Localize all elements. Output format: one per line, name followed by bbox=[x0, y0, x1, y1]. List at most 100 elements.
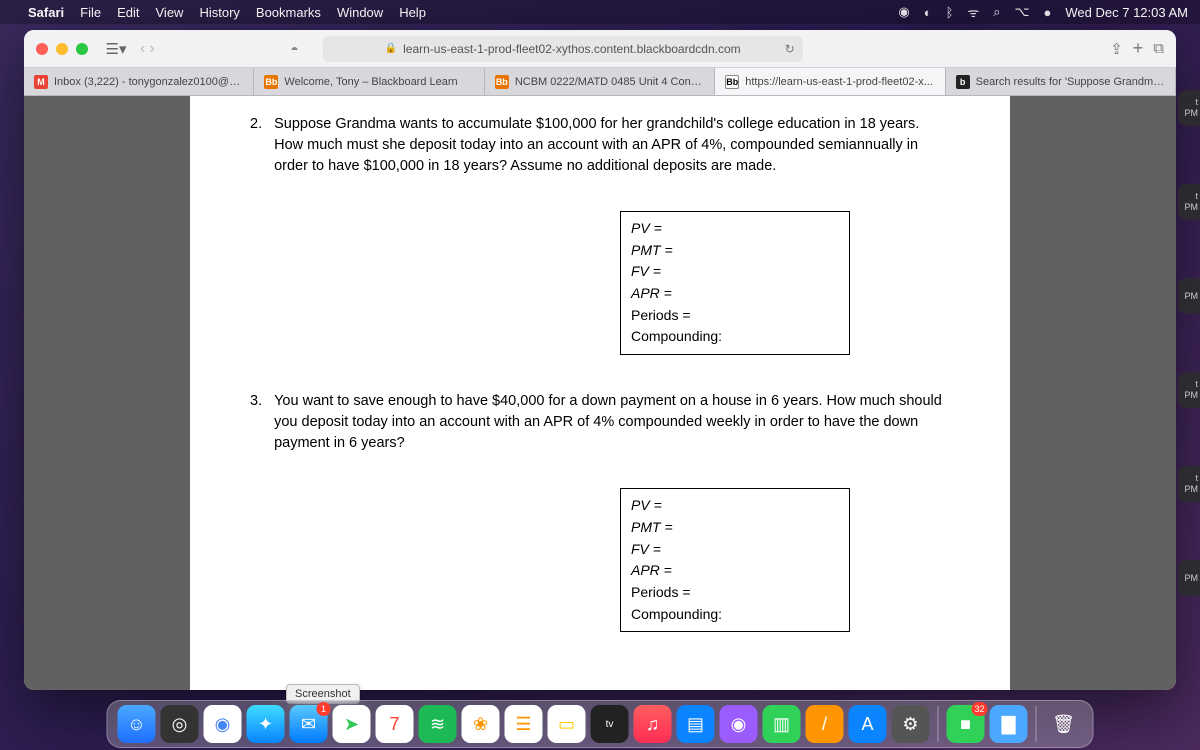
dock-notes-icon[interactable]: ▭ bbox=[548, 705, 586, 743]
tab-label: Welcome, Tony – Blackboard Learn bbox=[284, 76, 457, 88]
menubar-app[interactable]: Safari bbox=[28, 5, 64, 20]
forward-button[interactable]: › bbox=[149, 40, 154, 58]
status-icon[interactable]: ◐ bbox=[924, 5, 932, 20]
browser-tab[interactable]: BbWelcome, Tony – Blackboard Learn bbox=[254, 68, 484, 95]
dock-spotify-icon[interactable]: ≋ bbox=[419, 705, 457, 743]
dock-folder-icon[interactable]: ▇ bbox=[990, 705, 1028, 743]
variable-row: Compounding: bbox=[631, 604, 839, 626]
dock-keynote-icon[interactable]: ▤ bbox=[677, 705, 715, 743]
tab-favicon-icon: b bbox=[956, 75, 970, 89]
close-button[interactable] bbox=[36, 43, 48, 55]
dock-maps-icon[interactable]: ➤ bbox=[333, 705, 371, 743]
dock-screenshot-icon[interactable]: ◎ bbox=[161, 705, 199, 743]
dock-badge: 32 bbox=[971, 702, 987, 716]
grammarly-icon[interactable]: ◉ bbox=[898, 4, 909, 20]
question-block: 3.You want to save enough to have $40,00… bbox=[250, 391, 950, 632]
menu-window[interactable]: Window bbox=[337, 5, 383, 20]
tab-label: NCBM 0222/MATD 0485 Unit 4 Conte... bbox=[515, 76, 704, 88]
traffic-lights bbox=[36, 43, 88, 55]
tab-label: https://learn-us-east-1-prod-fleet02-x..… bbox=[745, 76, 933, 88]
variable-row: PV = bbox=[631, 218, 839, 240]
tab-favicon-icon: M bbox=[34, 75, 48, 89]
dock-appstore-icon[interactable]: A bbox=[849, 705, 887, 743]
variable-row: PV = bbox=[631, 495, 839, 517]
notification-peek[interactable]: tPM bbox=[1178, 184, 1200, 220]
dock-reminders-icon[interactable]: ☰ bbox=[505, 705, 543, 743]
browser-tab[interactable]: M Inbox (3,222) - tonygonzalez0100@g... bbox=[24, 68, 254, 95]
tab-label: Inbox (3,222) - tonygonzalez0100@g... bbox=[54, 76, 243, 88]
menu-edit[interactable]: Edit bbox=[117, 5, 139, 20]
reload-icon[interactable]: ↻ bbox=[785, 42, 795, 56]
menu-file[interactable]: File bbox=[80, 5, 101, 20]
question-number: 3. bbox=[250, 391, 262, 454]
dock-mail-icon[interactable]: ✉1 bbox=[290, 705, 328, 743]
new-tab-icon[interactable]: + bbox=[1133, 38, 1144, 59]
tabs-overview-icon[interactable]: ⧉ bbox=[1153, 40, 1164, 57]
dock: ☺◎◉✦✉1➤7≋❀☰▭tv♫▤◉▥/A⚙■32▇🗑 bbox=[107, 700, 1094, 748]
tab-label: Search results for 'Suppose Grandma... bbox=[976, 76, 1165, 88]
titlebar: ☰▾ ‹ › ◓ 🔒 learn-us-east-1-prod-fleet02-… bbox=[24, 30, 1176, 68]
notification-peek[interactable]: PM bbox=[1178, 278, 1200, 314]
dock-finder-icon[interactable]: ☺ bbox=[118, 705, 156, 743]
menu-history[interactable]: History bbox=[199, 5, 239, 20]
variable-row: APR = bbox=[631, 283, 839, 305]
variable-row: FV = bbox=[631, 539, 839, 561]
tab-bar: M Inbox (3,222) - tonygonzalez0100@g... Bb… bbox=[24, 68, 1176, 96]
dock-safari-icon[interactable]: ✦ bbox=[247, 705, 285, 743]
question-header: 3.You want to save enough to have $40,00… bbox=[250, 391, 950, 454]
dock-badge: 1 bbox=[317, 702, 331, 716]
safari-window: ☰▾ ‹ › ◓ 🔒 learn-us-east-1-prod-fleet02-… bbox=[24, 30, 1176, 690]
dock-numbers-icon[interactable]: ▥ bbox=[763, 705, 801, 743]
notification-peek[interactable]: tPM bbox=[1178, 466, 1200, 502]
menubar-right: ◉ ◐ ᛒ ᯤ ⌕ ⌥ ● Wed Dec 7 12:03 AM bbox=[898, 3, 1188, 21]
question-text: Suppose Grandma wants to accumulate $100… bbox=[274, 114, 950, 177]
sidebar-toggle-icon[interactable]: ☰▾ bbox=[104, 37, 128, 61]
wifi-icon[interactable]: ᯤ bbox=[967, 3, 979, 21]
user-icon[interactable]: ● bbox=[1044, 5, 1052, 20]
menubar-clock[interactable]: Wed Dec 7 12:03 AM bbox=[1065, 5, 1188, 20]
address-bar[interactable]: 🔒 learn-us-east-1-prod-fleet02-xythos.co… bbox=[323, 36, 803, 62]
spotlight-icon[interactable]: ⌕ bbox=[993, 4, 1000, 20]
dock-calendar-icon[interactable]: 7 bbox=[376, 705, 414, 743]
notification-peek[interactable]: tPM bbox=[1178, 90, 1200, 126]
browser-tab[interactable]: Bb https://learn-us-east-1-prod-fleet02-x… bbox=[715, 68, 945, 95]
dock-separator bbox=[938, 706, 939, 742]
dock-podcasts-icon[interactable]: ◉ bbox=[720, 705, 758, 743]
dock-facetime-icon[interactable]: ■32 bbox=[947, 705, 985, 743]
tab-favicon-icon: Bb bbox=[725, 75, 739, 89]
variable-row: Periods = bbox=[631, 582, 839, 604]
menubar: Safari File Edit View History Bookmarks … bbox=[0, 0, 1200, 24]
minimize-button[interactable] bbox=[56, 43, 68, 55]
browser-tab[interactable]: BbNCBM 0222/MATD 0485 Unit 4 Conte... bbox=[485, 68, 715, 95]
dock-chrome-icon[interactable]: ◉ bbox=[204, 705, 242, 743]
menu-help[interactable]: Help bbox=[399, 5, 426, 20]
bluetooth-icon[interactable]: ᛒ bbox=[946, 5, 954, 20]
control-center-icon[interactable]: ⌥ bbox=[1015, 4, 1030, 20]
back-button[interactable]: ‹ bbox=[140, 40, 145, 58]
notification-previews: tPM tPM PM tPM tPM PM bbox=[1178, 90, 1200, 596]
nav-arrows: ‹ › bbox=[140, 40, 155, 58]
variable-row: FV = bbox=[631, 261, 839, 283]
menu-bookmarks[interactable]: Bookmarks bbox=[256, 5, 321, 20]
question-header: 2.Suppose Grandma wants to accumulate $1… bbox=[250, 114, 950, 177]
dock-trash-icon[interactable]: 🗑 bbox=[1045, 705, 1083, 743]
dock-photos-icon[interactable]: ❀ bbox=[462, 705, 500, 743]
privacy-shield-icon[interactable]: ◓ bbox=[283, 37, 307, 61]
share-icon[interactable]: ⇪ bbox=[1110, 40, 1123, 58]
zoom-button[interactable] bbox=[76, 43, 88, 55]
dock-music-icon[interactable]: ♫ bbox=[634, 705, 672, 743]
variables-box: PV =PMT =FV =APR =Periods =Compounding: bbox=[620, 211, 850, 355]
variable-row: PMT = bbox=[631, 240, 839, 262]
dock-pixelmator-icon[interactable]: / bbox=[806, 705, 844, 743]
menu-view[interactable]: View bbox=[156, 5, 184, 20]
dock-settings-icon[interactable]: ⚙ bbox=[892, 705, 930, 743]
address-text: learn-us-east-1-prod-fleet02-xythos.cont… bbox=[403, 42, 741, 56]
notification-peek[interactable]: PM bbox=[1178, 560, 1200, 596]
browser-tab[interactable]: b Search results for 'Suppose Grandma... bbox=[946, 68, 1176, 95]
variable-row: Compounding: bbox=[631, 326, 839, 348]
dock-appletv-icon[interactable]: tv bbox=[591, 705, 629, 743]
question-block: 2.Suppose Grandma wants to accumulate $1… bbox=[250, 114, 950, 355]
notification-peek[interactable]: tPM bbox=[1178, 372, 1200, 408]
menubar-left: Safari File Edit View History Bookmarks … bbox=[12, 5, 426, 20]
lock-icon: 🔒 bbox=[385, 43, 397, 54]
